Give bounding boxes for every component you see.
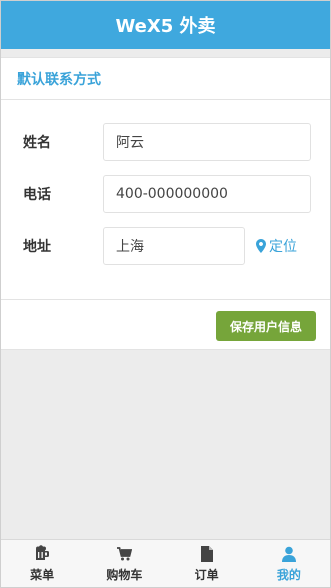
beer-mug-icon <box>33 544 51 563</box>
tab-label: 菜单 <box>30 567 55 582</box>
app-header: WeX5 外卖 <box>1 1 330 49</box>
tab-label: 购物车 <box>106 567 143 582</box>
section-title: 默认联系方式 <box>1 58 330 100</box>
cart-icon <box>116 545 133 563</box>
phone-input[interactable]: 400-000000000 <box>103 175 311 213</box>
save-user-info-button[interactable]: 保存用户信息 <box>216 311 316 341</box>
phone-row: 电话 400-000000000 <box>1 174 330 214</box>
locate-label: 定位 <box>269 239 297 255</box>
divider <box>1 299 330 300</box>
locate-button[interactable]: 定位 <box>256 236 297 256</box>
name-label: 姓名 <box>23 135 51 151</box>
phone-label: 电话 <box>23 187 51 203</box>
tab-label: 订单 <box>194 567 219 582</box>
address-input[interactable]: 上海 <box>103 227 245 265</box>
tab-cart[interactable]: 购物车 <box>83 540 165 587</box>
tab-mine[interactable]: 我的 <box>248 540 330 587</box>
map-pin-icon <box>256 239 266 253</box>
bottom-tab-bar: 菜单 购物车 订单 我的 <box>1 539 330 587</box>
contact-form-card: 默认联系方式 姓名 阿云 电话 400-000000000 地址 上海 定位 保… <box>1 57 330 350</box>
page-title: WeX5 外卖 <box>115 16 216 37</box>
tab-orders[interactable]: 订单 <box>166 540 248 587</box>
tab-menu[interactable]: 菜单 <box>1 540 83 587</box>
address-row: 地址 上海 定位 <box>1 226 330 266</box>
tab-label: 我的 <box>276 567 301 582</box>
document-icon <box>200 545 214 563</box>
name-input[interactable]: 阿云 <box>103 123 311 161</box>
name-row: 姓名 阿云 <box>1 122 330 162</box>
user-icon <box>281 545 297 563</box>
address-label: 地址 <box>23 239 51 255</box>
